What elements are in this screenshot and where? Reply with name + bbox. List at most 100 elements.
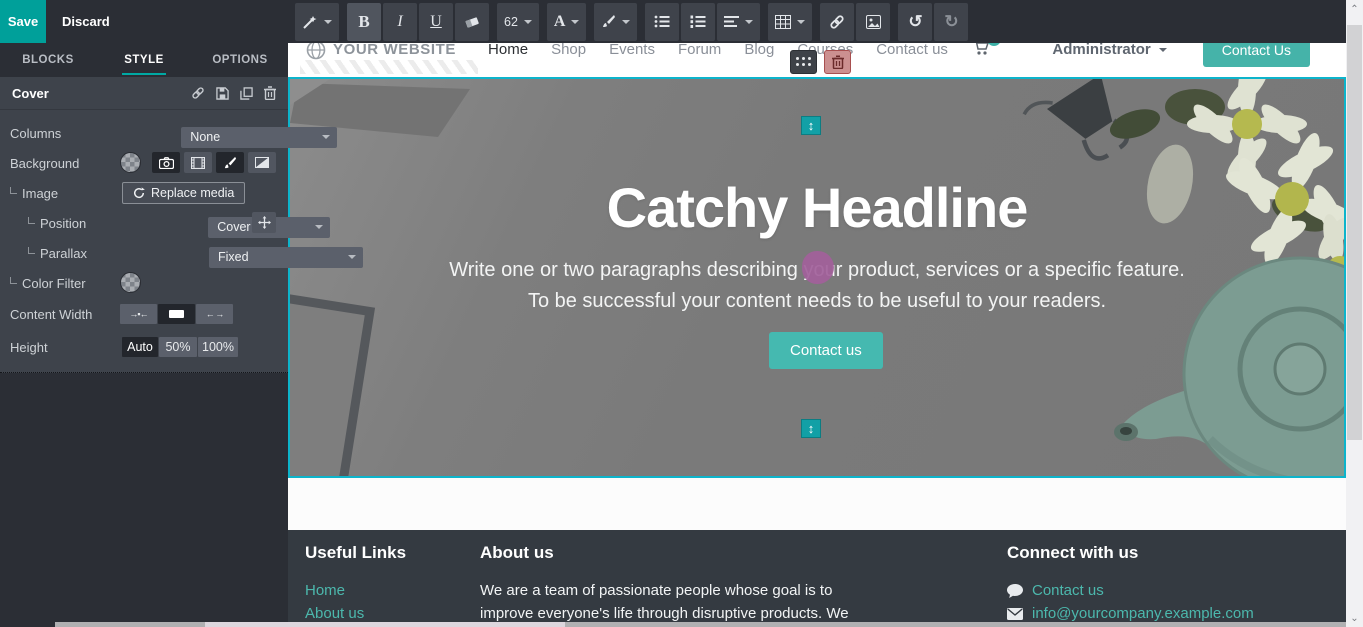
drag-section-button[interactable] <box>790 50 817 74</box>
magic-wand-icon <box>302 14 318 30</box>
bullet-list-button[interactable] <box>645 3 679 41</box>
editor-sidebar: BLOCKS STYLE OPTIONS Cover Columns None <box>0 43 288 627</box>
eraser-icon <box>464 15 480 29</box>
height-50-button[interactable]: 50% <box>159 337 197 357</box>
columns-label: Columns <box>10 126 61 141</box>
font-size-dropdown[interactable]: 62 <box>497 3 539 41</box>
undo-button[interactable]: ↺ <box>898 3 932 41</box>
footer-useful-links: Useful Links Home About us <box>305 543 406 625</box>
refresh-icon <box>133 187 145 199</box>
numbered-list-button[interactable] <box>681 3 715 41</box>
footer-contact-link[interactable]: Contact us <box>1032 579 1104 602</box>
redo-button[interactable]: ↻ <box>934 3 968 41</box>
bold-button[interactable]: B <box>347 3 381 41</box>
background-filter-button[interactable] <box>248 152 276 173</box>
insert-media-button[interactable] <box>856 3 890 41</box>
chevron-down-icon <box>797 20 805 24</box>
height-label: Height <box>10 340 48 355</box>
page-blank-section <box>288 478 1346 530</box>
content-width-regular-button[interactable] <box>158 304 195 324</box>
nav-menu: Home Shop Events Forum Blog Courses Cont… <box>488 41 948 58</box>
position-crosshair-button[interactable] <box>252 212 276 233</box>
odoo-website-editor: Save Discard B I U 62 <box>0 0 1363 627</box>
vertical-scrollbar[interactable]: ⌃ ⌄ <box>1346 0 1363 627</box>
scroll-down-arrow[interactable]: ⌄ <box>1346 609 1363 627</box>
parallax-select[interactable]: Fixed <box>209 247 363 268</box>
nav-item-forum[interactable]: Forum <box>678 41 721 58</box>
nav-item-events[interactable]: Events <box>609 41 655 58</box>
hero-headline[interactable]: Catchy Headline <box>290 175 1344 240</box>
background-shape-button[interactable] <box>216 152 244 173</box>
cover-section[interactable]: ↕ Catchy Headline Write one or two parag… <box>288 77 1346 478</box>
editor-toolbar: Save Discard B I U 62 <box>0 0 1346 43</box>
columns-value: None <box>190 130 220 144</box>
footer-column-title: Connect with us <box>1007 543 1254 563</box>
sub-option-corner <box>28 247 35 254</box>
sub-option-corner <box>10 277 17 284</box>
remove-format-button[interactable] <box>455 3 489 41</box>
footer-about: About us We are a team of passionate peo… <box>480 543 865 625</box>
insert-link-button[interactable] <box>820 3 854 41</box>
font-color-dropdown[interactable]: A <box>547 3 587 41</box>
unordered-list-icon <box>654 15 670 28</box>
sidebar-tabs: BLOCKS STYLE OPTIONS <box>0 43 288 77</box>
italic-button[interactable]: I <box>383 3 417 41</box>
chevron-down-icon <box>315 225 323 229</box>
nav-item-home[interactable]: Home <box>488 41 528 58</box>
chevron-down-icon <box>745 20 753 24</box>
chat-bubble-icon <box>1007 584 1023 598</box>
content-width-full-button[interactable]: ← → <box>196 304 233 324</box>
save-button[interactable]: Save <box>0 0 46 43</box>
underline-button[interactable]: U <box>419 3 453 41</box>
tab-style[interactable]: STYLE <box>96 43 192 77</box>
style-panel: Cover Columns None Background <box>0 77 288 373</box>
scroll-up-arrow[interactable]: ⌃ <box>1346 0 1363 18</box>
horizontal-scrollbar-thumb[interactable] <box>205 622 565 627</box>
background-video-button[interactable] <box>184 152 212 173</box>
resize-handle-bottom[interactable]: ↕ <box>801 419 821 438</box>
ai-wand-button[interactable] <box>295 3 339 41</box>
chevron-down-icon <box>571 20 579 24</box>
align-dropdown[interactable] <box>717 3 760 41</box>
image-label: Image <box>22 186 58 201</box>
color-filter-swatch[interactable] <box>120 272 141 293</box>
nav-item-blog[interactable]: Blog <box>744 41 774 58</box>
background-image-button[interactable] <box>152 152 180 173</box>
footer-column-title: Useful Links <box>305 543 406 563</box>
save-snippet-icon[interactable] <box>216 87 229 100</box>
replace-media-label: Replace media <box>151 186 234 200</box>
height-auto-button[interactable]: Auto <box>122 337 158 357</box>
clone-icon[interactable] <box>240 87 253 100</box>
logo-hatch-decoration <box>300 60 478 74</box>
user-menu[interactable]: Administrator <box>1052 41 1166 58</box>
vertical-scrollbar-thumb[interactable] <box>1347 25 1362 440</box>
ordered-list-icon <box>690 15 706 28</box>
trash-icon <box>832 55 844 69</box>
position-value: Cover <box>217 220 250 234</box>
tab-options[interactable]: OPTIONS <box>192 43 288 77</box>
delete-snippet-icon[interactable] <box>264 86 276 100</box>
background-color-swatch[interactable] <box>120 152 141 173</box>
footer-link-home[interactable]: Home <box>305 579 406 602</box>
resize-handle-top[interactable]: ↕ <box>801 116 821 135</box>
nav-item-contact[interactable]: Contact us <box>876 41 948 58</box>
footer-about-text: We are a team of passionate people whose… <box>480 579 865 625</box>
horizontal-scrollbar[interactable] <box>55 622 1346 627</box>
remove-section-button[interactable] <box>824 50 851 74</box>
columns-select[interactable]: None <box>181 127 337 148</box>
nav-item-shop[interactable]: Shop <box>551 41 586 58</box>
hero-contact-button[interactable]: Contact us <box>769 332 883 369</box>
chevron-down-icon <box>348 255 356 259</box>
anchor-link-icon[interactable] <box>191 86 205 100</box>
height-100-button[interactable]: 100% <box>198 337 238 357</box>
discard-button[interactable]: Discard <box>62 0 110 43</box>
website-preview: YOUR WEBSITE Home Shop Events Forum Blog… <box>288 43 1346 627</box>
replace-media-button[interactable]: Replace media <box>122 182 245 204</box>
align-left-icon <box>724 15 739 28</box>
tab-label: OPTIONS <box>210 45 269 75</box>
tab-blocks[interactable]: BLOCKS <box>0 43 96 77</box>
content-width-small-button[interactable]: →▪← <box>120 304 157 324</box>
table-dropdown[interactable] <box>768 3 812 41</box>
highlight-color-dropdown[interactable] <box>594 3 637 41</box>
text-format-toolbar: B I U 62 A <box>295 0 976 43</box>
